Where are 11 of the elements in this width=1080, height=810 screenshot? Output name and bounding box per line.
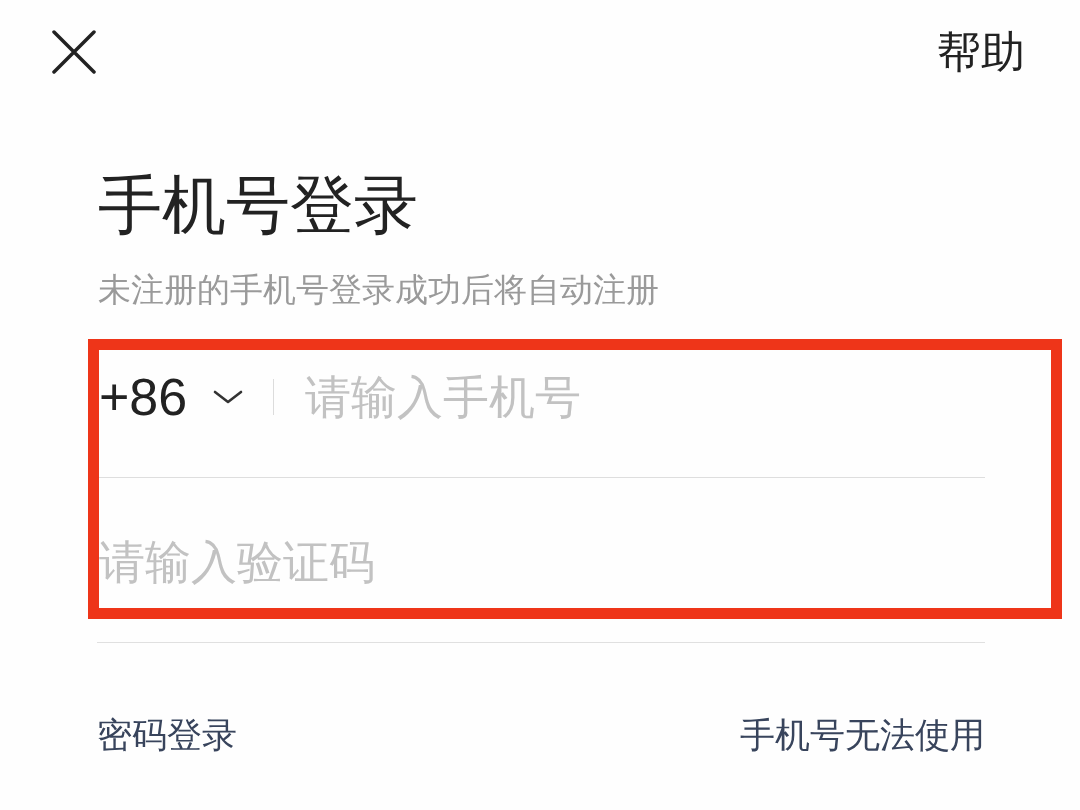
phone-unavailable-link[interactable]: 手机号无法使用: [740, 714, 985, 756]
subtitle-text: 未注册的手机号登录成功后将自动注册: [98, 270, 659, 310]
chevron-down-icon: [213, 390, 244, 404]
page-title: 手机号登录: [98, 168, 418, 242]
password-login-link[interactable]: 密码登录: [97, 714, 237, 756]
help-link[interactable]: 帮助: [937, 27, 1025, 77]
verification-code-input[interactable]: 请输入验证码: [99, 535, 985, 589]
country-code-dropdown[interactable]: +86: [99, 370, 244, 424]
close-button[interactable]: [52, 30, 96, 74]
close-icon: [52, 30, 96, 74]
phone-input[interactable]: 请输入手机号: [305, 370, 985, 424]
